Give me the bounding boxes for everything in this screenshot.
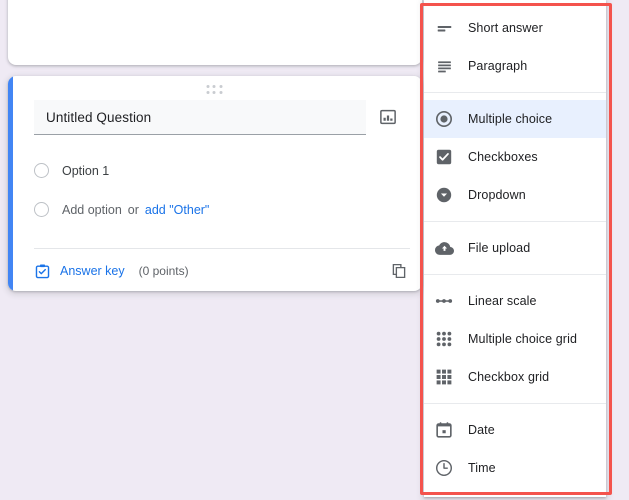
menu-item-dropdown[interactable]: Dropdown (424, 176, 606, 214)
menu-item-checkboxes[interactable]: Checkboxes (424, 138, 606, 176)
drag-dot (207, 85, 210, 88)
menu-item-label: Paragraph (468, 59, 527, 73)
add-option-label[interactable]: Add option (62, 203, 122, 217)
option-label: Option 1 (62, 164, 109, 178)
menu-item-paragraph[interactable]: Paragraph (424, 47, 606, 85)
form-header-card (8, 0, 422, 65)
checkbox-grid-icon (434, 367, 454, 387)
menu-item-time[interactable]: Time (424, 449, 606, 487)
radio-unchecked-icon (34, 163, 49, 178)
menu-item-label: Short answer (468, 21, 543, 35)
menu-top-spacer (424, 0, 606, 9)
linear-scale-icon (434, 291, 454, 311)
drag-dot (207, 91, 210, 94)
menu-item-multiple-choice-grid[interactable]: Multiple choice grid (424, 320, 606, 358)
menu-item-label: Checkboxes (468, 150, 538, 164)
question-title-input[interactable]: Untitled Question (34, 100, 366, 135)
menu-item-label: Dropdown (468, 188, 526, 202)
menu-item-date[interactable]: Date (424, 411, 606, 449)
short-answer-icon (434, 18, 454, 38)
radio-grid-icon (434, 329, 454, 349)
or-text: or (128, 203, 139, 217)
radio-unchecked-icon (34, 202, 49, 217)
menu-item-label: Multiple choice grid (468, 332, 577, 346)
radio-filled-icon (434, 109, 454, 129)
duplicate-icon[interactable] (390, 262, 408, 280)
menu-divider (424, 403, 606, 404)
menu-item-label: Multiple choice (468, 112, 552, 126)
drag-dot (213, 85, 216, 88)
menu-item-checkbox-grid[interactable]: Checkbox grid (424, 358, 606, 396)
menu-item-label: Date (468, 423, 495, 437)
card-divider (34, 248, 410, 249)
drag-handle[interactable] (207, 85, 224, 95)
question-card-accent-stripe (8, 76, 13, 291)
menu-divider (424, 274, 606, 275)
add-other-link[interactable]: add "Other" (145, 203, 209, 217)
cloud-upload-icon (434, 238, 454, 258)
answer-key-checklist-icon[interactable] (34, 263, 51, 280)
menu-item-label: Checkbox grid (468, 370, 549, 384)
add-option-row[interactable]: Add option or add "Other" (34, 202, 209, 217)
clock-icon (434, 458, 454, 478)
question-title-row: Untitled Question (34, 100, 406, 135)
question-card[interactable]: Untitled Question Option 1 Add option or… (8, 76, 422, 291)
menu-divider (424, 221, 606, 222)
checkbox-checked-icon (434, 147, 454, 167)
page-background: Untitled Question Option 1 Add option or… (0, 0, 629, 500)
answer-key-points: (0 points) (139, 264, 189, 278)
dropdown-arrow-icon (434, 185, 454, 205)
drag-dot (219, 85, 222, 88)
menu-divider (424, 92, 606, 93)
question-type-menu[interactable]: Short answer Paragraph Mu (424, 0, 606, 497)
image-icon[interactable] (379, 108, 397, 126)
menu-item-short-answer[interactable]: Short answer (424, 9, 606, 47)
menu-item-multiple-choice[interactable]: Multiple choice (424, 100, 606, 138)
calendar-icon (434, 420, 454, 440)
drag-dot (213, 91, 216, 94)
answer-key-row: Answer key (0 points) (34, 262, 408, 280)
paragraph-icon (434, 56, 454, 76)
answer-key-label[interactable]: Answer key (60, 264, 125, 278)
menu-item-label: Linear scale (468, 294, 537, 308)
option-row[interactable]: Option 1 (34, 163, 109, 178)
menu-item-label: Time (468, 461, 496, 475)
menu-item-file-upload[interactable]: File upload (424, 229, 606, 267)
drag-dot (219, 91, 222, 94)
menu-item-label: File upload (468, 241, 530, 255)
menu-item-linear-scale[interactable]: Linear scale (424, 282, 606, 320)
